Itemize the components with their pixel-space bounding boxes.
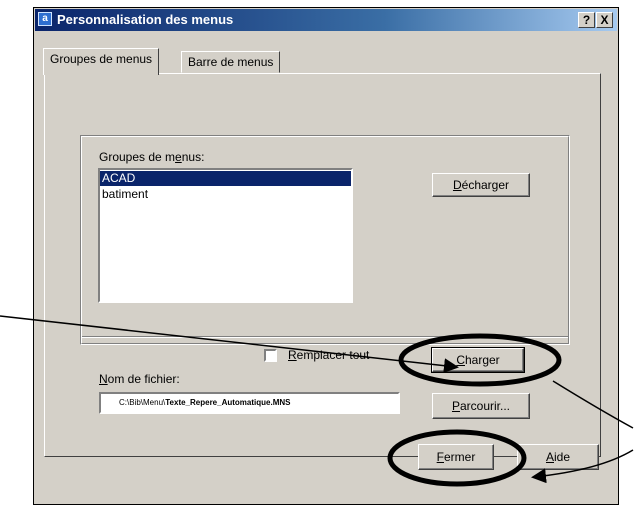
highlight-ellipse-charger <box>398 333 562 387</box>
tab-groupes-de-menus[interactable]: Groupes de menus <box>43 48 160 75</box>
annotation-arrow-right <box>534 380 634 477</box>
highlight-ellipse-fermer <box>387 429 527 487</box>
annotation-overlay <box>0 315 634 512</box>
annotation-arrow-left <box>0 315 459 374</box>
